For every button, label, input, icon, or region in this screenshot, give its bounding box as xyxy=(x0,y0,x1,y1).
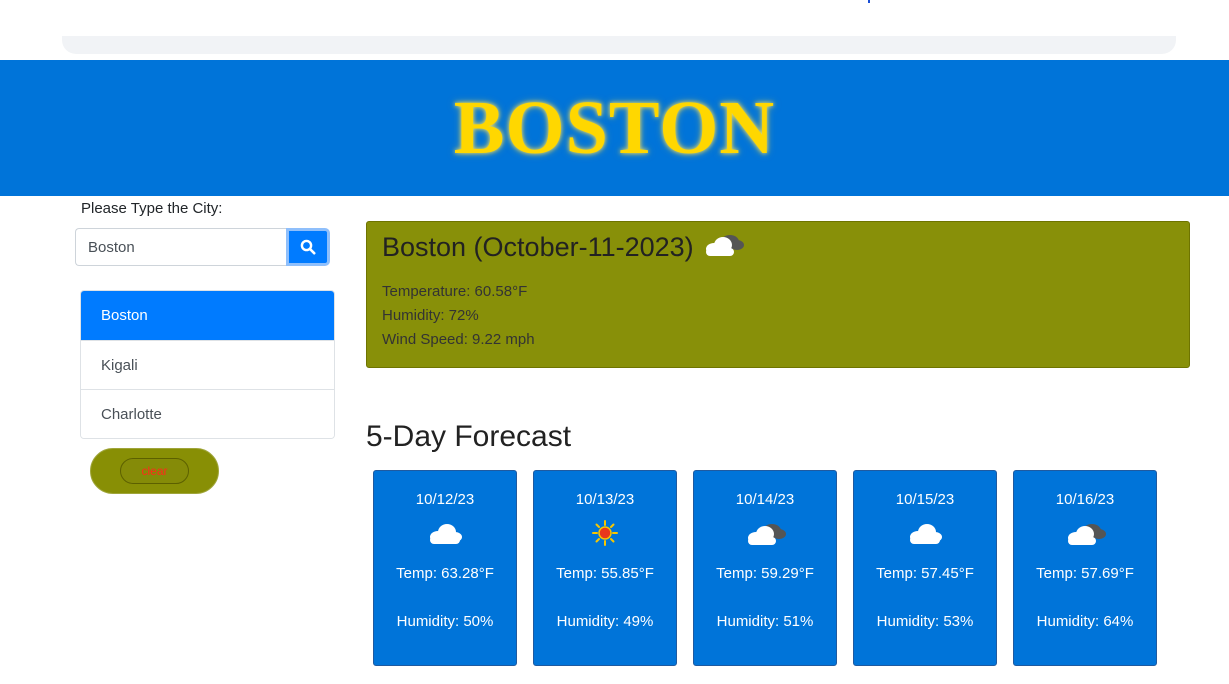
current-temperature: Temperature: 60.58°F xyxy=(382,283,528,300)
partly-cloudy-icon xyxy=(742,519,788,552)
history-item-label: Kigali xyxy=(101,356,138,374)
city-banner: BOSTON xyxy=(0,60,1229,196)
forecast-card: 10/16/23 Temp: 57.69°F Humidity: 64% xyxy=(1013,470,1157,666)
forecast-card: 10/15/23 Temp: 57.45°F Humidity: 53% xyxy=(853,470,997,666)
current-humidity: Humidity: 72% xyxy=(382,307,479,324)
forecast-date: 10/12/23 xyxy=(415,491,475,508)
clear-button-label: clear xyxy=(120,458,189,484)
partly-cloudy-icon xyxy=(700,229,746,266)
current-wind-speed: Wind Speed: 9.22 mph xyxy=(382,331,535,348)
banner-title: BOSTON xyxy=(453,85,776,170)
current-weather-heading: Boston (October-11-2023) xyxy=(382,229,746,266)
search-button[interactable] xyxy=(286,228,330,266)
search-icon xyxy=(300,239,316,255)
history-item-charlotte[interactable]: Charlotte xyxy=(81,389,334,438)
forecast-temp: Temp: 57.69°F xyxy=(1036,565,1134,582)
top-dot xyxy=(868,0,870,3)
forecast-title: 5-Day Forecast xyxy=(366,420,572,453)
search-label: Please Type the City: xyxy=(81,200,223,217)
forecast-temp: Temp: 57.45°F xyxy=(876,565,974,582)
forecast-date: 10/16/23 xyxy=(1055,491,1115,508)
forecast-date: 10/13/23 xyxy=(575,491,635,508)
partly-cloudy-icon xyxy=(1062,519,1108,552)
clear-history-button[interactable]: clear xyxy=(90,448,219,494)
forecast-card: 10/14/23 Temp: 59.29°F Humidity: 51% xyxy=(693,470,837,666)
top-strip xyxy=(62,36,1176,54)
cloud-icon xyxy=(425,519,465,552)
forecast-card: 10/12/23 Temp: 63.28°F Humidity: 50% xyxy=(373,470,517,666)
city-search-input[interactable] xyxy=(75,228,287,266)
forecast-temp: Temp: 59.29°F xyxy=(716,565,814,582)
sun-icon xyxy=(585,519,625,552)
search-history-list: Boston Kigali Charlotte xyxy=(80,290,335,439)
forecast-card: 10/13/23 Temp: 55.85°F Humidity: 49% xyxy=(533,470,677,666)
current-city-date: Boston (October-11-2023) xyxy=(382,232,694,262)
forecast-humidity: Humidity: 49% xyxy=(556,613,654,630)
history-item-label: Charlotte xyxy=(101,405,162,423)
forecast-date: 10/15/23 xyxy=(895,491,955,508)
forecast-humidity: Humidity: 53% xyxy=(876,613,974,630)
forecast-humidity: Humidity: 51% xyxy=(716,613,814,630)
forecast-humidity: Humidity: 50% xyxy=(396,613,494,630)
forecast-humidity: Humidity: 64% xyxy=(1036,613,1134,630)
current-weather-card: Boston (October-11-2023) Temperature: 60… xyxy=(366,221,1190,368)
history-item-kigali[interactable]: Kigali xyxy=(81,340,334,389)
cloud-icon xyxy=(905,519,945,552)
forecast-temp: Temp: 63.28°F xyxy=(396,565,494,582)
history-item-label: Boston xyxy=(101,307,148,324)
forecast-date: 10/14/23 xyxy=(735,491,795,508)
history-item-boston[interactable]: Boston xyxy=(81,291,334,340)
forecast-temp: Temp: 55.85°F xyxy=(556,565,654,582)
